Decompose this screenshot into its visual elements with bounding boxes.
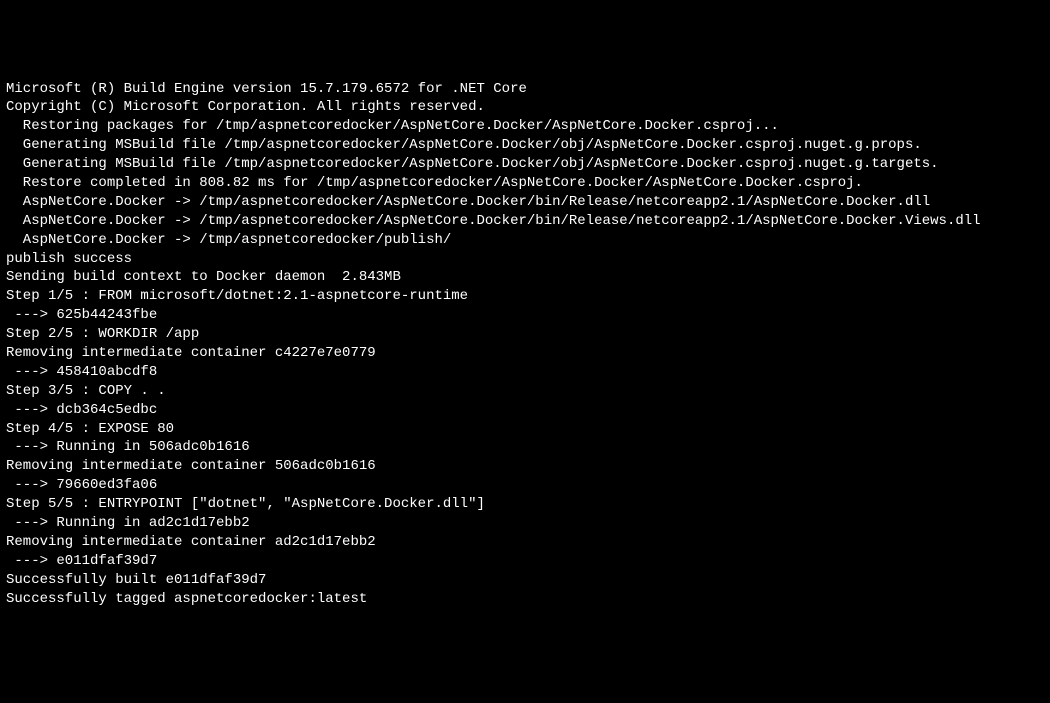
terminal-line: Successfully tagged aspnetcoredocker:lat… [6,590,1044,609]
terminal-line: AspNetCore.Docker -> /tmp/aspnetcoredock… [6,193,1044,212]
terminal-line: Step 3/5 : COPY . . [6,382,1044,401]
terminal-line: Step 5/5 : ENTRYPOINT ["dotnet", "AspNet… [6,495,1044,514]
terminal-line: Removing intermediate container ad2c1d17… [6,533,1044,552]
terminal-line: Removing intermediate container 506adc0b… [6,457,1044,476]
terminal-line: Copyright (C) Microsoft Corporation. All… [6,98,1044,117]
terminal-line: Successfully built e011dfaf39d7 [6,571,1044,590]
terminal-line: Restoring packages for /tmp/aspnetcoredo… [6,117,1044,136]
terminal-line: Step 4/5 : EXPOSE 80 [6,420,1044,439]
terminal-line: ---> 458410abcdf8 [6,363,1044,382]
terminal-line: ---> 79660ed3fa06 [6,476,1044,495]
terminal-line: AspNetCore.Docker -> /tmp/aspnetcoredock… [6,212,1044,231]
terminal-line: ---> Running in ad2c1d17ebb2 [6,514,1044,533]
terminal-line: Step 2/5 : WORKDIR /app [6,325,1044,344]
terminal-line: ---> e011dfaf39d7 [6,552,1044,571]
terminal-line: AspNetCore.Docker -> /tmp/aspnetcoredock… [6,231,1044,250]
terminal-line: Restore completed in 808.82 ms for /tmp/… [6,174,1044,193]
terminal-line: Microsoft (R) Build Engine version 15.7.… [6,80,1044,99]
terminal-line: Sending build context to Docker daemon 2… [6,268,1044,287]
terminal-line: Generating MSBuild file /tmp/aspnetcored… [6,155,1044,174]
terminal-line: Step 1/5 : FROM microsoft/dotnet:2.1-asp… [6,287,1044,306]
terminal-output[interactable]: Microsoft (R) Build Engine version 15.7.… [6,80,1044,609]
terminal-line: ---> Running in 506adc0b1616 [6,438,1044,457]
terminal-line: ---> 625b44243fbe [6,306,1044,325]
terminal-line: ---> dcb364c5edbc [6,401,1044,420]
terminal-line: publish success [6,250,1044,269]
terminal-line: Removing intermediate container c4227e7e… [6,344,1044,363]
terminal-line: Generating MSBuild file /tmp/aspnetcored… [6,136,1044,155]
